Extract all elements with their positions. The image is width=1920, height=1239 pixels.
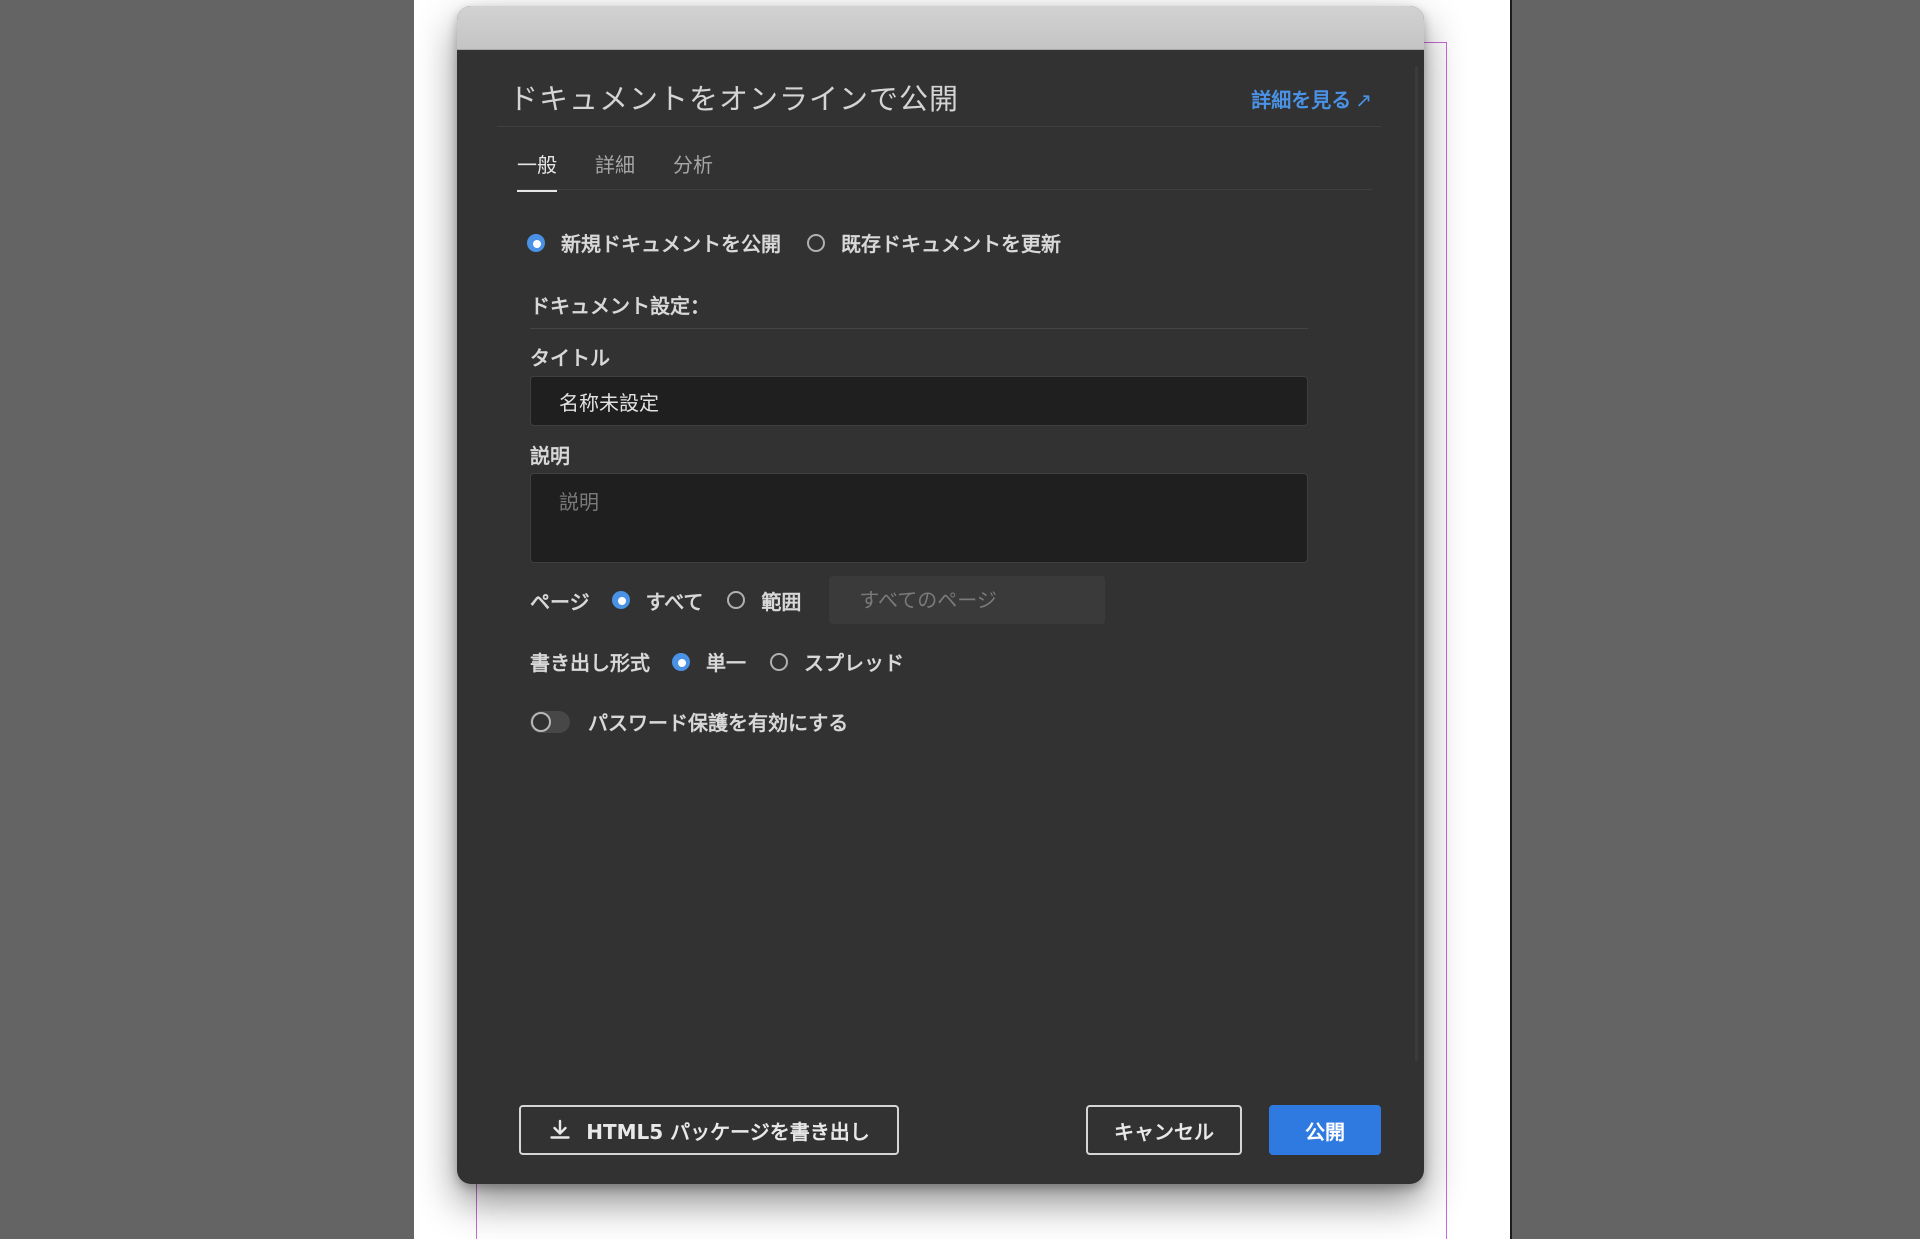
window-titlebar[interactable] [457, 6, 1424, 50]
title-label: タイトル [530, 346, 610, 370]
pages-label: ページ [530, 589, 590, 614]
export-spread-label[interactable]: スプレッド [804, 647, 904, 676]
description-input[interactable] [530, 473, 1308, 563]
document-settings-heading: ドキュメント設定： [530, 294, 710, 318]
tab-advanced[interactable]: 詳細 [595, 149, 635, 192]
external-link-icon: ↗ [1355, 88, 1372, 112]
pages-range-radio[interactable] [727, 591, 746, 609]
download-icon [550, 1119, 570, 1139]
export-html5-label: HTML5 パッケージを書き出し [586, 1119, 870, 1144]
dialog-title: ドキュメントをオンラインで公開 [509, 82, 960, 116]
pages-all-label[interactable]: すべて [646, 586, 704, 615]
publish-mode-group: 新規ドキュメントを公開 既存ドキュメントを更新 [527, 228, 1061, 257]
export-html5-button[interactable]: HTML5 パッケージを書き出し [519, 1105, 899, 1155]
cancel-button[interactable]: キャンセル [1086, 1105, 1242, 1155]
export-single-label[interactable]: 単一 [706, 647, 746, 676]
tab-analytics[interactable]: 分析 [673, 149, 713, 192]
learn-more-link[interactable]: 詳細を見る ↗ [1251, 84, 1372, 113]
password-label[interactable]: パスワード保護を有効にする [588, 707, 848, 736]
tab-bar: 一般 詳細 分析 [517, 149, 713, 192]
learn-more-label: 詳細を見る [1251, 88, 1352, 112]
password-group: パスワード保護を有効にする [530, 707, 848, 736]
tab-divider [517, 189, 1372, 190]
page-range-input[interactable] [829, 576, 1106, 624]
publish-button[interactable]: 公開 [1269, 1105, 1381, 1155]
publish-new-radio[interactable] [527, 233, 545, 252]
header-divider [497, 126, 1381, 127]
tab-general[interactable]: 一般 [517, 149, 557, 192]
publish-new-label[interactable]: 新規ドキュメントを公開 [561, 228, 781, 257]
update-existing-label[interactable]: 既存ドキュメントを更新 [841, 228, 1061, 257]
update-existing-radio[interactable] [807, 233, 825, 252]
section-divider [530, 328, 1308, 329]
toggle-knob [531, 711, 551, 732]
publish-online-dialog: ドキュメントをオンラインで公開 詳細を見る ↗ 一般 詳細 分析 新規ドキュメント… [457, 6, 1424, 1184]
export-format-label: 書き出し形式 [530, 651, 650, 675]
pages-all-radio[interactable] [611, 591, 630, 609]
scrollbar[interactable] [1415, 66, 1418, 1061]
pages-group: ページ すべて 範囲 [530, 576, 1106, 624]
export-single-radio[interactable] [672, 652, 690, 671]
description-label: 説明 [530, 444, 570, 468]
export-format-group: 書き出し形式 単一 スプレッド [530, 647, 904, 676]
page-edge [1510, 0, 1512, 1239]
export-spread-radio[interactable] [770, 652, 788, 671]
margin-guide-right [1446, 42, 1447, 1239]
title-input[interactable] [530, 376, 1308, 426]
password-toggle[interactable] [530, 710, 570, 733]
pages-range-label[interactable]: 範囲 [761, 586, 801, 615]
